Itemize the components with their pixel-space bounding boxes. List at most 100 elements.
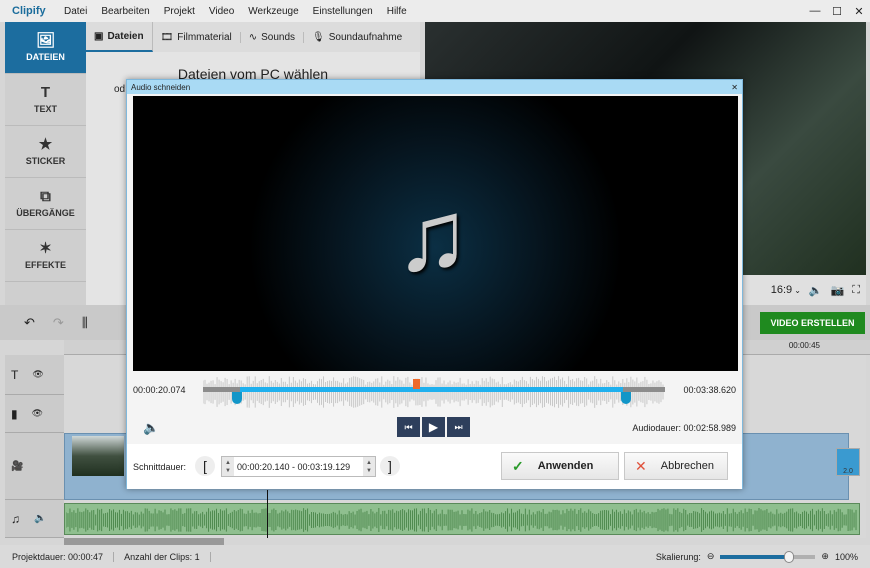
timeline-playhead[interactable] <box>267 490 268 538</box>
cut-duration-field[interactable]: ▲ ▼ 00:00:20.140 - 00:03:19.129 ▲ ▼ <box>221 456 376 477</box>
skip-back-button[interactable]: ⏮ <box>397 417 420 437</box>
sidebar-item-sticker[interactable]: ★ STICKER <box>5 126 86 178</box>
skip-forward-button[interactable]: ⏭ <box>447 417 470 437</box>
sidebar-item-label: TEXT <box>33 104 57 114</box>
audio-preview: ♫ <box>133 96 738 371</box>
app-logo: Clipify <box>12 5 46 17</box>
play-button[interactable]: ▶ <box>422 417 445 437</box>
create-video-button[interactable]: VIDEO ERSTELLEN <box>760 312 865 334</box>
start-time: 00:00:20.074 <box>133 385 186 395</box>
playback-position-marker[interactable] <box>412 379 420 389</box>
slider-handle[interactable] <box>783 550 794 563</box>
scale-control: Skalierung: ⊖ ⊕ 100% <box>656 545 858 568</box>
text-icon: T <box>11 367 19 382</box>
menu-einstellungen[interactable]: Einstellungen <box>313 6 373 17</box>
timeline-scrollbar[interactable] <box>64 538 224 545</box>
status-bar: Projektdauer: 00:00:47 Anzahl der Clips:… <box>0 545 870 568</box>
tab-label: Filmmaterial <box>177 31 232 43</box>
aspect-ratio-select[interactable]: 16:9 <box>771 284 792 296</box>
redo-icon[interactable]: ↷ <box>53 315 64 331</box>
end-time: 00:03:38.620 <box>683 385 736 395</box>
sidebar-item-label: DATEIEN <box>26 52 65 62</box>
image-icon: ▣ <box>94 30 104 42</box>
menu-video[interactable]: Video <box>209 6 234 17</box>
cancel-button[interactable]: ✕ Abbrechen <box>624 452 728 480</box>
video-track-header: 🎥 <box>5 433 64 500</box>
zoom-out-icon[interactable]: ⊖ <box>707 551 715 562</box>
trim-selection <box>239 387 624 392</box>
track-headers: T 👁 ▮ 👁 🎥 ♫ 🔈 <box>5 355 64 538</box>
apply-label: Anwenden <box>537 460 594 472</box>
cut-duration-input[interactable]: 00:00:20.140 - 00:03:19.129 <box>234 457 363 476</box>
ruler-time: 00:00:45 <box>788 341 820 350</box>
tab-dateien[interactable]: ▣ Dateien <box>86 22 153 52</box>
minimize-icon[interactable]: — <box>804 5 826 17</box>
tab-soundaufnahme[interactable]: 🎙 Soundaufnahme <box>304 32 410 43</box>
tab-label: Soundaufnahme <box>328 31 403 43</box>
scale-slider[interactable] <box>720 550 816 563</box>
film-icon: 🎞 <box>160 31 174 43</box>
menu-datei[interactable]: Datei <box>64 6 87 17</box>
dialog-waveform <box>203 376 664 408</box>
title-bar: Clipify Datei Bearbeiten Projekt Video W… <box>0 0 870 22</box>
sidebar-item-label: ÜBERGÄNGE <box>16 208 75 218</box>
waveform-icon: ∿ <box>248 31 258 43</box>
set-start-button[interactable]: [ <box>195 456 215 476</box>
sidebar: 🖼 DATEIEN T TEXT ★ STICKER ⧉ ÜBERGÄNGE ✶ EFFE… <box>5 22 86 305</box>
trim-start-handle[interactable] <box>231 392 242 404</box>
menu-projekt[interactable]: Projekt <box>164 6 195 17</box>
speaker-icon[interactable]: 🔈 <box>34 513 46 524</box>
camera-icon[interactable]: 📷 <box>831 284 845 297</box>
tab-filmmaterial[interactable]: 🎞 Filmmaterial <box>153 31 241 43</box>
spinner-arrows[interactable]: ▲ ▼ <box>222 459 234 475</box>
transition-icon: ⧉ <box>40 188 51 205</box>
split-icon[interactable]: ⫼ <box>82 315 88 331</box>
project-duration: Projektdauer: 00:00:47 <box>12 551 115 562</box>
undo-icon[interactable]: ↶ <box>24 315 35 331</box>
clip-thumbnail <box>72 436 124 476</box>
sidebar-item-text[interactable]: T TEXT <box>5 74 86 126</box>
sidebar-item-label: EFFEKTE <box>24 260 66 270</box>
sidebar-item-label: STICKER <box>25 156 66 166</box>
close-icon[interactable]: ✕ <box>848 5 870 18</box>
cut-duration-label: Schnittdauer: <box>133 462 187 472</box>
scale-value: 100% <box>834 551 858 562</box>
spinner-arrows[interactable]: ▲ ▼ <box>363 459 375 475</box>
panel-subtext: od <box>114 84 126 95</box>
volume-icon[interactable]: 🔈 <box>143 420 159 436</box>
maximize-icon[interactable]: ☐ <box>826 5 848 18</box>
chevron-down-icon: ⌄ <box>794 285 801 295</box>
close-icon[interactable]: ✕ <box>731 83 738 92</box>
sidebar-item-effekte[interactable]: ✶ EFFEKTE <box>5 230 86 282</box>
transition-duration: 2.0 <box>843 468 853 475</box>
overlay-track-header: ▮ 👁 <box>5 395 64 433</box>
volume-icon[interactable]: 🔈 <box>809 284 823 297</box>
video-camera-icon: 🎥 <box>11 460 24 472</box>
play-icon: ▶ <box>428 420 439 434</box>
sidebar-item-uebergaenge[interactable]: ⧉ ÜBERGÄNGE <box>5 178 86 230</box>
apply-button[interactable]: ✓ Anwenden <box>501 452 619 480</box>
skip-forward-icon: ⏭ <box>454 421 463 432</box>
transport-controls: ⏮ ▶ ⏭ <box>397 417 470 437</box>
eye-icon[interactable]: 👁 <box>32 369 43 380</box>
film-icon: ▮ <box>11 406 18 421</box>
trim-track[interactable] <box>203 379 665 404</box>
set-end-button[interactable]: ] <box>380 456 400 476</box>
dialog-footer: Schnittdauer: [ ▲ ▼ 00:00:20.140 - 00:03:… <box>127 444 742 489</box>
fullscreen-icon[interactable]: ⛶ <box>852 284 860 297</box>
sidebar-item-dateien[interactable]: 🖼 DATEIEN <box>5 22 86 74</box>
zoom-in-icon[interactable]: ⊕ <box>821 551 829 562</box>
dialog-title: Audio schneiden <box>131 82 191 92</box>
audio-cut-dialog: Audio schneiden ✕ ♫ 00:00:20.074 00:03:38… <box>126 79 743 489</box>
menu-werkzeuge[interactable]: Werkzeuge <box>248 6 298 17</box>
tab-sounds[interactable]: ∿ Sounds <box>241 31 305 43</box>
menu-bearbeiten[interactable]: Bearbeiten <box>101 6 149 17</box>
magic-wand-icon: ✶ <box>39 240 52 257</box>
tab-label: Sounds <box>261 31 296 43</box>
eye-icon[interactable]: 👁 <box>32 408 43 419</box>
audio-track-header: ♫ 🔈 <box>5 500 64 538</box>
music-note-icon: ♫ <box>395 180 470 292</box>
transition-thumbnail[interactable]: 2.0 <box>836 448 860 476</box>
image-icon: 🖼 <box>35 32 56 49</box>
menu-hilfe[interactable]: Hilfe <box>387 6 407 17</box>
